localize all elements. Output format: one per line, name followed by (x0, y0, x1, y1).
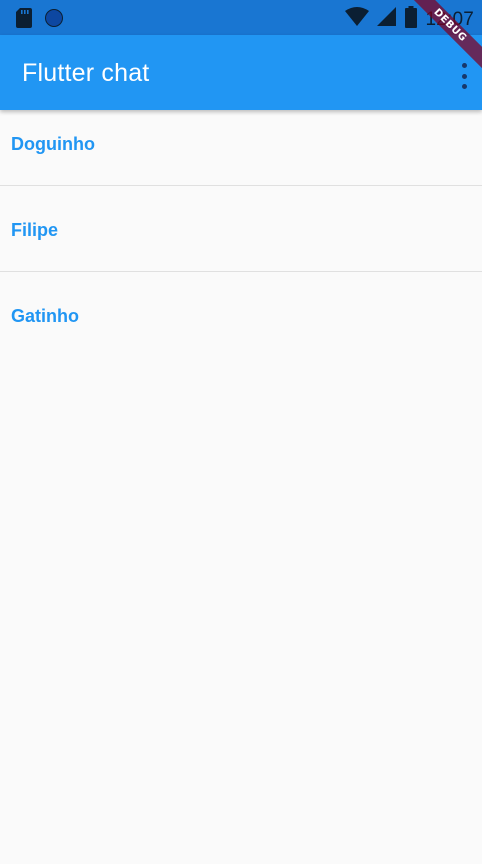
status-time: 12:07 (425, 8, 474, 30)
chat-list-item[interactable]: Gatinho (0, 272, 482, 358)
overflow-dot (461, 63, 467, 68)
chat-item-name: Doguinho (11, 134, 95, 154)
more-vert-icon[interactable] (452, 61, 476, 91)
app-screen: 12:07 Flutter chat DEBUG Doguinho Filipe… (0, 0, 482, 864)
status-bar: 12:07 (0, 0, 482, 35)
cell-signal-icon (377, 7, 397, 32)
overflow-dot (461, 73, 467, 79)
sd-card-icon (16, 8, 32, 33)
status-left-icons (16, 8, 64, 33)
app-title: Flutter chat (22, 59, 150, 87)
chat-item-name: Filipe (11, 220, 59, 240)
chat-list-item[interactable]: Doguinho (0, 110, 482, 186)
battery-icon (405, 6, 418, 33)
status-right-icons: 12:07 (345, 6, 474, 33)
overflow-dot (461, 84, 467, 89)
chat-item-name: Gatinho (11, 306, 79, 326)
chat-list: Doguinho Filipe Gatinho (0, 110, 482, 358)
app-bar: Flutter chat (0, 35, 482, 110)
chat-list-item[interactable]: Filipe (0, 186, 482, 272)
circle-notification-icon (44, 8, 64, 33)
wifi-icon (345, 7, 370, 32)
